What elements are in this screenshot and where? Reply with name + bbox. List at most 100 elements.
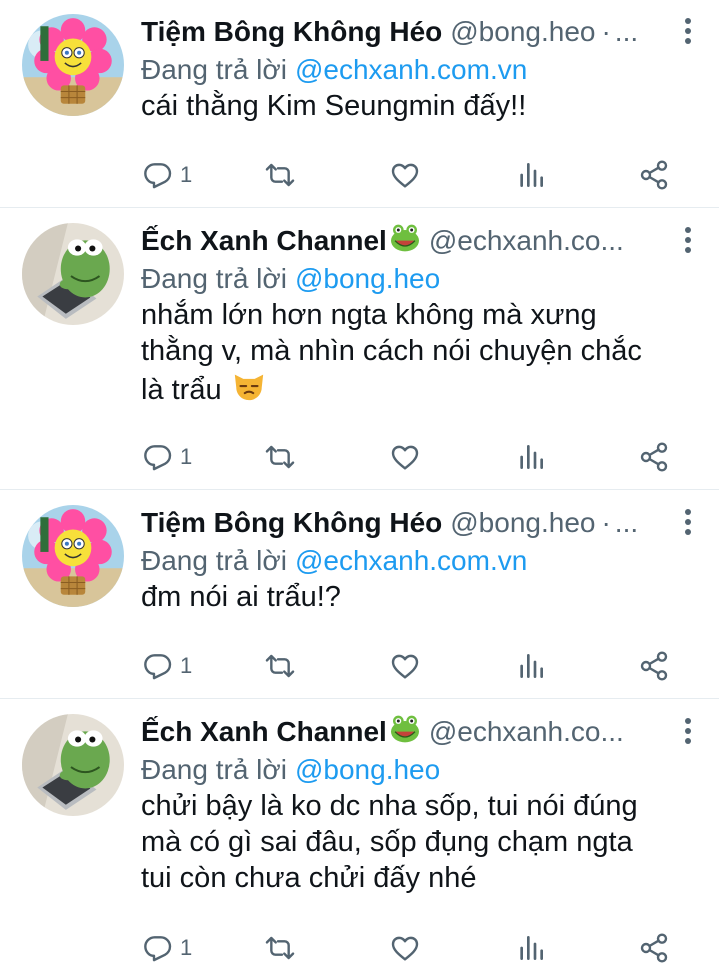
like-button[interactable] bbox=[389, 646, 421, 686]
avatar[interactable] bbox=[22, 505, 124, 607]
replying-to-line: Đang trả lời @bong.heo bbox=[141, 261, 440, 297]
reply-icon bbox=[142, 932, 174, 964]
share-icon bbox=[638, 441, 670, 473]
separator: · bbox=[601, 16, 611, 47]
kermit-laptop-avatar-image bbox=[22, 714, 124, 816]
separator: · bbox=[601, 507, 611, 538]
retweet-icon bbox=[264, 932, 296, 964]
replying-to-label: Đang trả lời bbox=[141, 263, 287, 294]
reply-count: 1 bbox=[180, 935, 193, 960]
tweet[interactable]: Ếch Xanh Channel @echxanh.co... Đang trả … bbox=[0, 209, 719, 490]
display-name[interactable]: Tiệm Bông Không Héo bbox=[141, 507, 442, 538]
more-options-icon[interactable] bbox=[683, 18, 693, 48]
tweet-header: Ếch Xanh Channel @echxanh.co... bbox=[141, 221, 649, 261]
tweet-header: Tiệm Bông Không Héo @bong.heo ·... bbox=[141, 12, 649, 52]
views-button[interactable] bbox=[515, 928, 547, 968]
more-options-icon[interactable] bbox=[683, 509, 693, 539]
frog-emoji-icon bbox=[389, 713, 421, 745]
replying-to-label: Đang trả lời bbox=[141, 545, 287, 576]
user-handle[interactable]: @bong.heo bbox=[450, 16, 595, 47]
replying-to-line: Đang trả lời @echxanh.com.vn bbox=[141, 52, 527, 88]
share-button[interactable] bbox=[638, 155, 670, 195]
more-options-icon[interactable] bbox=[683, 227, 693, 257]
avatar[interactable] bbox=[22, 14, 124, 116]
views-button[interactable] bbox=[515, 646, 547, 686]
display-name[interactable]: Ếch Xanh Channel bbox=[141, 225, 387, 256]
mention-link[interactable]: @echxanh.com.vn bbox=[295, 54, 527, 85]
heart-icon bbox=[389, 650, 421, 682]
kermit-laptop-avatar-image bbox=[22, 223, 124, 325]
tweet-text: cái thằng Kim Seungmin đấy!! bbox=[141, 90, 527, 122]
mention-link[interactable]: @bong.heo bbox=[295, 754, 440, 785]
like-button[interactable] bbox=[389, 928, 421, 968]
more-options-icon[interactable] bbox=[683, 718, 693, 748]
sponge-flower-avatar-image bbox=[22, 14, 124, 116]
replying-to-line: Đang trả lời @echxanh.com.vn bbox=[141, 543, 527, 579]
heart-icon bbox=[389, 159, 421, 191]
tweet-text: nhắm lớn hơn ngta không mà xưng thằng v,… bbox=[141, 299, 642, 406]
action-bar: 1 bbox=[0, 646, 719, 686]
reply-icon bbox=[142, 159, 174, 191]
tweet-header: Ếch Xanh Channel @echxanh.co... bbox=[141, 712, 649, 752]
tweet-header: Tiệm Bông Không Héo @bong.heo ·... bbox=[141, 503, 649, 543]
share-button[interactable] bbox=[638, 646, 670, 686]
truncation-ellipsis: ... bbox=[614, 507, 639, 538]
tweet-text: chửi bậy là ko dc nha sốp, tui nói đúng … bbox=[141, 790, 638, 894]
tweet[interactable]: Tiệm Bông Không Héo @bong.heo ·... Đang tr… bbox=[0, 491, 719, 699]
retweet-button[interactable] bbox=[264, 155, 296, 195]
avatar[interactable] bbox=[22, 714, 124, 816]
action-bar: 1 bbox=[0, 928, 719, 968]
reply-count: 1 bbox=[180, 162, 193, 187]
tweet-text: đm nói ai trẩu!? bbox=[141, 581, 341, 613]
tweet-text-block: nhắm lớn hơn ngta không mà xưng thằng v,… bbox=[141, 297, 669, 408]
reply-count: 1 bbox=[180, 653, 193, 678]
like-button[interactable] bbox=[389, 437, 421, 477]
views-button[interactable] bbox=[515, 155, 547, 195]
truncation-ellipsis: ... bbox=[614, 16, 639, 47]
share-icon bbox=[638, 932, 670, 964]
action-bar: 1 bbox=[0, 437, 719, 477]
like-button[interactable] bbox=[389, 155, 421, 195]
avatar[interactable] bbox=[22, 223, 124, 325]
share-button[interactable] bbox=[638, 437, 670, 477]
share-icon bbox=[638, 650, 670, 682]
frog-emoji-icon bbox=[389, 222, 421, 254]
user-handle[interactable]: @bong.heo bbox=[450, 507, 595, 538]
views-button[interactable] bbox=[515, 437, 547, 477]
retweet-button[interactable] bbox=[264, 928, 296, 968]
tweet[interactable]: Ếch Xanh Channel @echxanh.co... Đang trả … bbox=[0, 700, 719, 975]
retweet-button[interactable] bbox=[264, 437, 296, 477]
reply-count: 1 bbox=[180, 444, 193, 469]
stats-icon bbox=[515, 932, 547, 964]
share-button[interactable] bbox=[638, 928, 670, 968]
retweet-icon bbox=[264, 650, 296, 682]
display-name[interactable]: Tiệm Bông Không Héo bbox=[141, 16, 442, 47]
heart-icon bbox=[389, 441, 421, 473]
user-handle[interactable]: @echxanh.co... bbox=[429, 225, 624, 256]
user-handle[interactable]: @echxanh.co... bbox=[429, 716, 624, 747]
replying-to-line: Đang trả lời @bong.heo bbox=[141, 752, 440, 788]
replying-to-label: Đang trả lời bbox=[141, 754, 287, 785]
mention-link[interactable]: @echxanh.com.vn bbox=[295, 545, 527, 576]
replying-to-label: Đang trả lời bbox=[141, 54, 287, 85]
mention-link[interactable]: @bong.heo bbox=[295, 263, 440, 294]
retweet-button[interactable] bbox=[264, 646, 296, 686]
reply-button[interactable]: 1 bbox=[142, 437, 192, 477]
reply-button[interactable]: 1 bbox=[142, 155, 192, 195]
action-bar: 1 bbox=[0, 155, 719, 195]
tweet[interactable]: Tiệm Bông Không Héo @bong.heo ·... Đang tr… bbox=[0, 0, 719, 208]
reply-icon bbox=[142, 441, 174, 473]
retweet-icon bbox=[264, 159, 296, 191]
retweet-icon bbox=[264, 441, 296, 473]
reply-button[interactable]: 1 bbox=[142, 646, 192, 686]
sponge-flower-avatar-image bbox=[22, 505, 124, 607]
unamused-cat-emoji-icon bbox=[232, 369, 266, 403]
stats-icon bbox=[515, 650, 547, 682]
stats-icon bbox=[515, 159, 547, 191]
reply-icon bbox=[142, 650, 174, 682]
display-name[interactable]: Ếch Xanh Channel bbox=[141, 716, 387, 747]
reply-button[interactable]: 1 bbox=[142, 928, 192, 968]
heart-icon bbox=[389, 932, 421, 964]
share-icon bbox=[638, 159, 670, 191]
stats-icon bbox=[515, 441, 547, 473]
